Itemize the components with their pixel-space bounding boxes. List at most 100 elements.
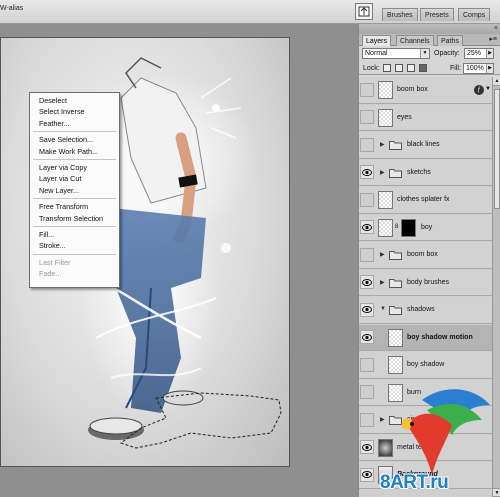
layer-name: black lines (407, 141, 440, 149)
folder-icon (389, 278, 402, 288)
chevron-down-icon[interactable]: ▼ (485, 86, 491, 92)
layer-row[interactable]: ▼ shadows (359, 297, 492, 324)
eye-icon[interactable] (360, 165, 374, 180)
watermark-text: 8ART.ru (380, 472, 449, 493)
lock-all-icon[interactable] (419, 64, 427, 72)
tab-channels[interactable]: Channels (396, 35, 434, 46)
lock-row: Lock: Fill: 100% ▶ (359, 62, 500, 75)
link-icon[interactable]: 8 (395, 224, 398, 230)
menu-item-transform-selection[interactable]: Transform Selection (30, 213, 119, 224)
menu-separator (33, 131, 116, 133)
blend-mode-select[interactable]: Normal ▼ (362, 48, 430, 59)
layer-name: boom box (397, 86, 428, 94)
expand-down-icon[interactable]: ▼ (380, 306, 386, 312)
eye-icon[interactable] (360, 330, 374, 345)
layer-row[interactable]: ▶ sketchs (359, 159, 492, 186)
well-tab-brushes[interactable]: Brushes (382, 8, 418, 21)
menu-item-fill[interactable]: Fill... (30, 229, 119, 240)
visibility-toggle[interactable] (360, 247, 374, 262)
workspace-icon (358, 6, 370, 17)
layer-mask-thumbnail[interactable] (401, 218, 416, 237)
folder-icon (389, 305, 402, 316)
layer-row[interactable]: ▶ body brushes (359, 269, 492, 296)
visibility-toggle[interactable] (360, 192, 374, 207)
layer-row[interactable]: boom box ƒ ▼ (359, 77, 492, 104)
eye-icon[interactable] (360, 220, 374, 235)
menu-separator (33, 158, 116, 160)
visibility-toggle[interactable] (360, 357, 374, 372)
layer-name: body brushes (407, 278, 450, 286)
expand-right-icon[interactable]: ▶ (380, 169, 385, 176)
fill-field[interactable]: 100% ▶ (463, 63, 494, 74)
expand-right-icon[interactable]: ▶ (380, 279, 385, 286)
eye-icon[interactable] (360, 275, 374, 290)
menu-item-new-layer[interactable]: New Layer... (30, 185, 119, 196)
menu-item-make-work-path[interactable]: Make Work Path... (30, 146, 119, 157)
visibility-toggle[interactable] (360, 137, 374, 152)
antialias-label: W-alias (0, 5, 24, 12)
menu-item-deselect[interactable]: Deselect (30, 95, 119, 106)
layer-row[interactable]: 8 boy (359, 214, 492, 241)
well-tab-presets[interactable]: Presets (420, 8, 454, 21)
layer-row[interactable]: clothes splater fx (359, 187, 492, 214)
layer-name: boy (421, 223, 433, 231)
lock-label: Lock: (363, 65, 380, 72)
layer-name: boom box (407, 251, 438, 259)
chevron-right-icon[interactable]: ▶ (486, 49, 493, 58)
options-bar: W-alias Brushes Presets Comps (0, 0, 500, 24)
close-icon[interactable]: × (494, 25, 498, 32)
menu-item-fade: Fade... (39, 269, 62, 279)
menu-item-feather[interactable]: Feather... (30, 118, 119, 129)
tab-layers[interactable]: Layers (362, 35, 392, 46)
layer-name: sketchs (407, 168, 431, 176)
scroll-thumb[interactable] (494, 89, 500, 209)
folder-icon (389, 250, 402, 261)
layer-name: boy shadow (407, 361, 445, 369)
layer-effects-icon[interactable]: ƒ (474, 85, 484, 96)
blend-row: Normal ▼ Opacity: 25% ▶ (359, 47, 500, 60)
visibility-toggle[interactable] (360, 110, 374, 125)
panel-tabs: Layers Channels Paths ▸≡ (359, 34, 500, 46)
opacity-field[interactable]: 25% ▶ (464, 48, 494, 59)
lock-paint-icon[interactable] (395, 64, 403, 72)
menu-item-layer-via-copy[interactable]: Layer via Copy (30, 162, 119, 173)
layer-name: eyes (397, 113, 412, 121)
folder-icon (389, 140, 402, 151)
layer-thumbnail (378, 108, 393, 127)
chevron-right-icon[interactable]: ▶ (486, 64, 493, 73)
eye-icon[interactable] (360, 302, 374, 317)
panel-well: Brushes Presets Comps (378, 4, 500, 22)
menu-separator (33, 225, 116, 227)
visibility-toggle[interactable] (360, 82, 374, 97)
fill-label: Fill: (450, 65, 461, 72)
layer-thumbnail (378, 81, 393, 100)
layer-row[interactable]: eyes (359, 104, 492, 131)
layer-name: boy shadow motion (407, 333, 473, 341)
expand-right-icon[interactable]: ▶ (380, 141, 385, 148)
tab-paths[interactable]: Paths (437, 35, 463, 46)
expand-right-icon[interactable]: ▶ (380, 251, 385, 258)
menu-item-layer-via-cut[interactable]: Layer via Cut (30, 173, 119, 184)
layer-thumbnail (388, 356, 403, 375)
layer-row[interactable]: ▶ boom box (359, 242, 492, 269)
menu-item-select-inverse[interactable]: Select Inverse (30, 106, 119, 117)
lock-transparency-icon[interactable] (383, 64, 391, 72)
fill-value: 100% (466, 65, 484, 72)
layer-row[interactable]: ▶ black lines (359, 132, 492, 159)
blend-mode-value: Normal (365, 50, 388, 57)
selection-context-menu: Deselect Select Inverse Feather... Save Sel… (29, 92, 120, 288)
layer-thumbnail (378, 218, 393, 237)
layer-row[interactable]: boy shadow (359, 352, 492, 379)
panel-title-bar[interactable]: × (359, 24, 500, 34)
panel-menu-icon[interactable]: ▸≡ (489, 35, 497, 43)
menu-item-save-selection[interactable]: Save Selection... (30, 134, 119, 145)
menu-item-free-transform[interactable]: Free Transform (30, 201, 119, 212)
layer-row[interactable]: boy shadow motion (359, 324, 492, 351)
opacity-label: Opacity: (434, 50, 460, 57)
site-watermark: 8ART.ru (372, 380, 500, 497)
scroll-up-icon[interactable]: ▲ (493, 77, 500, 86)
lock-move-icon[interactable] (407, 64, 415, 72)
workspace-button[interactable] (355, 3, 373, 20)
menu-item-stroke[interactable]: Stroke... (30, 240, 119, 251)
well-tab-comps[interactable]: Comps (458, 8, 491, 21)
